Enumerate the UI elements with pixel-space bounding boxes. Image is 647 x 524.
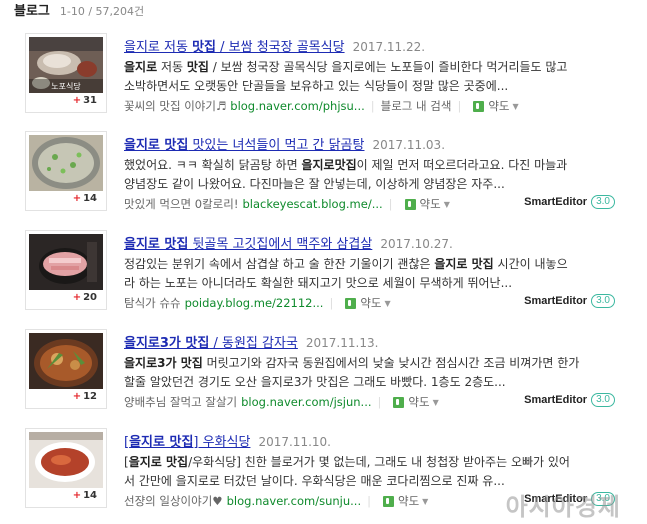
- blog-url[interactable]: blackeyescat.blog.me/...: [242, 197, 382, 211]
- thumbnail[interactable]: +14: [25, 131, 107, 211]
- map-button[interactable]: 약도 ▼: [393, 394, 439, 410]
- map-button[interactable]: 약도 ▼: [473, 98, 519, 114]
- divider: |: [377, 395, 382, 409]
- post-date: 2017.11.22.: [352, 40, 426, 54]
- blog-url[interactable]: blog.naver.com/phjsu...: [230, 99, 365, 113]
- like-count[interactable]: +14: [29, 488, 103, 504]
- post-snippet: 을지로 저동 맛집 / 보쌈 청국장 골목식당 을지로에는 노포들이 즐비한다 …: [124, 60, 568, 93]
- watermark: 아시아경제: [505, 493, 621, 521]
- post-snippet: [을지로 맛집/우화식당] 친한 블로거가 몇 없는데, 그래도 내 청첩장 받…: [124, 455, 570, 488]
- map-button[interactable]: 약도 ▼: [382, 493, 429, 509]
- like-count[interactable]: +31: [29, 93, 103, 109]
- post-title-link[interactable]: 을지로 맛집 뒷골목 고깃집에서 맥주와 삼겹살: [124, 237, 372, 252]
- post-title-link[interactable]: 을지로 저동 맛집 / 보쌈 청국장 골목식당: [124, 40, 345, 55]
- divider: |: [457, 99, 462, 113]
- thumbnail[interactable]: +12: [25, 329, 107, 409]
- plus-icon: +: [72, 193, 82, 204]
- divider: |: [388, 197, 393, 211]
- list-item: +14 을지로 맛집 맛있는 녀석들이 먹고 간 닭곰탕 2017.11.03. …: [0, 126, 647, 218]
- like-count[interactable]: +12: [29, 389, 103, 405]
- smarteditor-badge: SmartEditor 3.0: [524, 393, 615, 407]
- thumbnail-image[interactable]: [29, 234, 103, 290]
- like-count[interactable]: +14: [29, 191, 103, 207]
- blog-url[interactable]: blog.naver.com/jsjun...: [241, 395, 371, 409]
- thumbnail-image[interactable]: [29, 432, 103, 488]
- list-item: +20 을지로 맛집 뒷골목 고깃집에서 맥주와 삼겹살 2017.10.27. …: [0, 225, 647, 317]
- thumbnail-image[interactable]: [29, 333, 103, 389]
- plus-icon: +: [72, 292, 82, 303]
- post-snippet: 을지로3가 맛집 머릿고기와 감자국 동원집에서의 낮술 낮시간 점심시간 조금…: [124, 356, 580, 389]
- smarteditor-badge: SmartEditor 3.0: [524, 195, 615, 209]
- map-icon: [382, 495, 394, 507]
- blog-url[interactable]: blog.naver.com/sunju...: [227, 494, 362, 508]
- post-date: 2017.11.13.: [305, 336, 379, 350]
- post-snippet: 정감있는 분위기 속에서 삼겹살 하고 술 한잔 기울이기 괜찮은 을지로 맛집…: [124, 257, 568, 290]
- blog-name[interactable]: 맛있게 먹으면 0칼로리!: [124, 196, 238, 212]
- post-date: 2017.11.03.: [372, 138, 446, 152]
- map-icon: [473, 100, 485, 112]
- map-icon: [393, 396, 405, 408]
- thumbnail[interactable]: +20: [25, 230, 107, 310]
- thumbnail-caption: 노포식당: [51, 81, 81, 91]
- like-count[interactable]: +20: [29, 290, 103, 306]
- in-blog-search-link[interactable]: 블로그 내 검색: [381, 98, 452, 114]
- chevron-down-icon: ▼: [512, 101, 519, 111]
- map-button[interactable]: 약도 ▼: [404, 196, 450, 212]
- blog-name[interactable]: 양배추님 잘먹고 잘살기: [124, 394, 237, 410]
- divider: |: [329, 296, 334, 310]
- post-date: 2017.11.10.: [258, 435, 331, 449]
- blog-name[interactable]: 탐식가 슈슈: [124, 295, 181, 311]
- map-icon: [404, 198, 416, 210]
- map-button[interactable]: 약도 ▼: [345, 295, 391, 311]
- post-title-link[interactable]: 을지로 맛집 맛있는 녀석들이 먹고 간 닭곰탕: [124, 138, 364, 153]
- blog-url[interactable]: poiday.blog.me/22112...: [185, 296, 324, 310]
- blog-name[interactable]: 선쟝의 일상이야기♥: [124, 493, 223, 509]
- divider: |: [370, 99, 375, 113]
- chevron-down-icon: ▼: [384, 298, 391, 308]
- thumbnail-image[interactable]: [29, 135, 103, 191]
- section-title: 블로그: [14, 4, 50, 19]
- section-header: 블로그 1-10 / 57,204건: [14, 0, 144, 22]
- blog-name[interactable]: 꽃씨의 맛집 이야기♬: [124, 98, 226, 114]
- plus-icon: +: [72, 95, 82, 106]
- post-snippet: 했었어요. ㅋㅋ 확실히 닭곰탕 하면 을지로맛집이 제일 먼저 떠오르더라고요…: [124, 158, 568, 191]
- list-item: +12 을지로3가 맛집 / 동원집 감자국 2017.11.13. 을지로3가 …: [0, 324, 647, 416]
- result-count: 1-10 / 57,204건: [59, 5, 145, 18]
- thumbnail[interactable]: 노포식당 +31: [25, 33, 107, 113]
- smarteditor-badge: SmartEditor 3.0: [524, 294, 615, 308]
- list-item: 노포식당 +31 을지로 저동 맛집 / 보쌈 청국장 골목식당 2017.11.…: [0, 28, 647, 120]
- plus-icon: +: [72, 490, 82, 501]
- plus-icon: +: [72, 391, 82, 402]
- map-icon: [345, 297, 357, 309]
- chevron-down-icon: ▼: [443, 199, 450, 209]
- chevron-down-icon: ▼: [432, 397, 439, 407]
- thumbnail-image[interactable]: 노포식당: [29, 37, 103, 93]
- post-date: 2017.10.27.: [380, 237, 453, 251]
- thumbnail[interactable]: +14: [25, 428, 107, 508]
- post-title-link[interactable]: [을지로 맛집] 우화식당: [124, 435, 250, 450]
- chevron-down-icon: ▼: [422, 496, 429, 506]
- post-title-link[interactable]: 을지로3가 맛집 / 동원집 감자국: [124, 336, 298, 351]
- divider: |: [367, 494, 371, 508]
